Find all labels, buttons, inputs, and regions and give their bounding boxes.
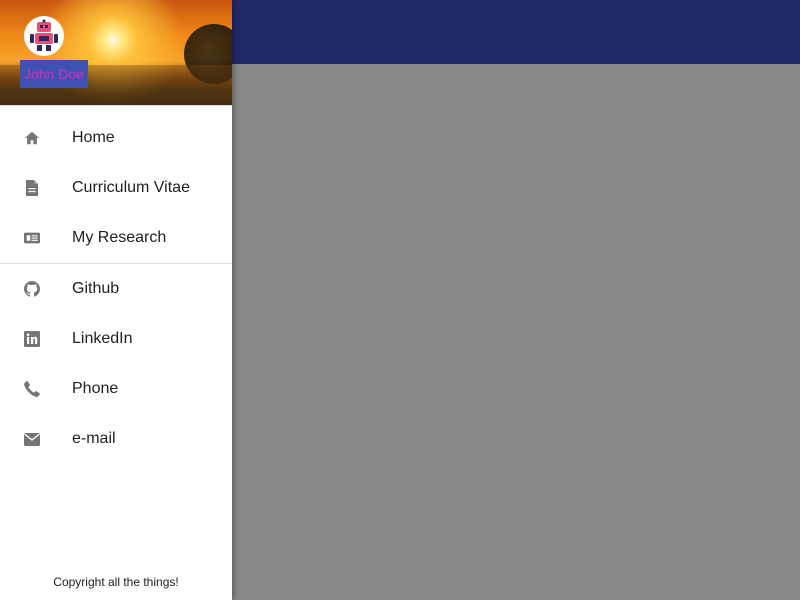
nav-item-email[interactable]: e-mail [0, 414, 232, 464]
nav-label: Phone [72, 380, 119, 397]
github-icon [24, 281, 40, 297]
nav-label: Github [72, 280, 120, 297]
primary-nav-list: Home Curriculum Vitae My Research [0, 106, 232, 263]
drawer-backdrop[interactable] [232, 64, 800, 600]
navigation-drawer: John Doe Home Curriculum Vitae My Resear… [0, 0, 232, 600]
linkedin-icon [24, 331, 40, 347]
nav-item-curriculum-vitae[interactable]: Curriculum Vitae [0, 163, 232, 213]
drawer-header: John Doe [0, 0, 232, 106]
nav-label: Home [72, 129, 115, 146]
app-root: John Doe Home Curriculum Vitae My Resear… [0, 0, 800, 600]
user-name: John Doe [20, 60, 88, 88]
nav-item-my-research[interactable]: My Research [0, 213, 232, 263]
nav-label: e-mail [72, 430, 116, 447]
nav-item-phone[interactable]: Phone [0, 364, 232, 414]
home-icon [24, 130, 40, 146]
nav-label: My Research [72, 229, 167, 246]
nav-label: Curriculum Vitae [72, 179, 190, 196]
nav-item-home[interactable]: Home [0, 113, 232, 163]
nav-item-linkedin[interactable]: LinkedIn [0, 314, 232, 364]
secondary-nav-list: Github LinkedIn Phone e-mail [0, 264, 232, 464]
drawer-footer-copyright: Copyright all the things! [53, 575, 179, 589]
newspaper-icon [24, 230, 40, 246]
phone-icon [24, 381, 40, 397]
robot-avatar-icon[interactable] [24, 16, 64, 56]
document-icon [24, 180, 40, 196]
envelope-icon [24, 431, 40, 447]
nav-label: LinkedIn [72, 330, 133, 347]
nav-item-github[interactable]: Github [0, 264, 232, 314]
